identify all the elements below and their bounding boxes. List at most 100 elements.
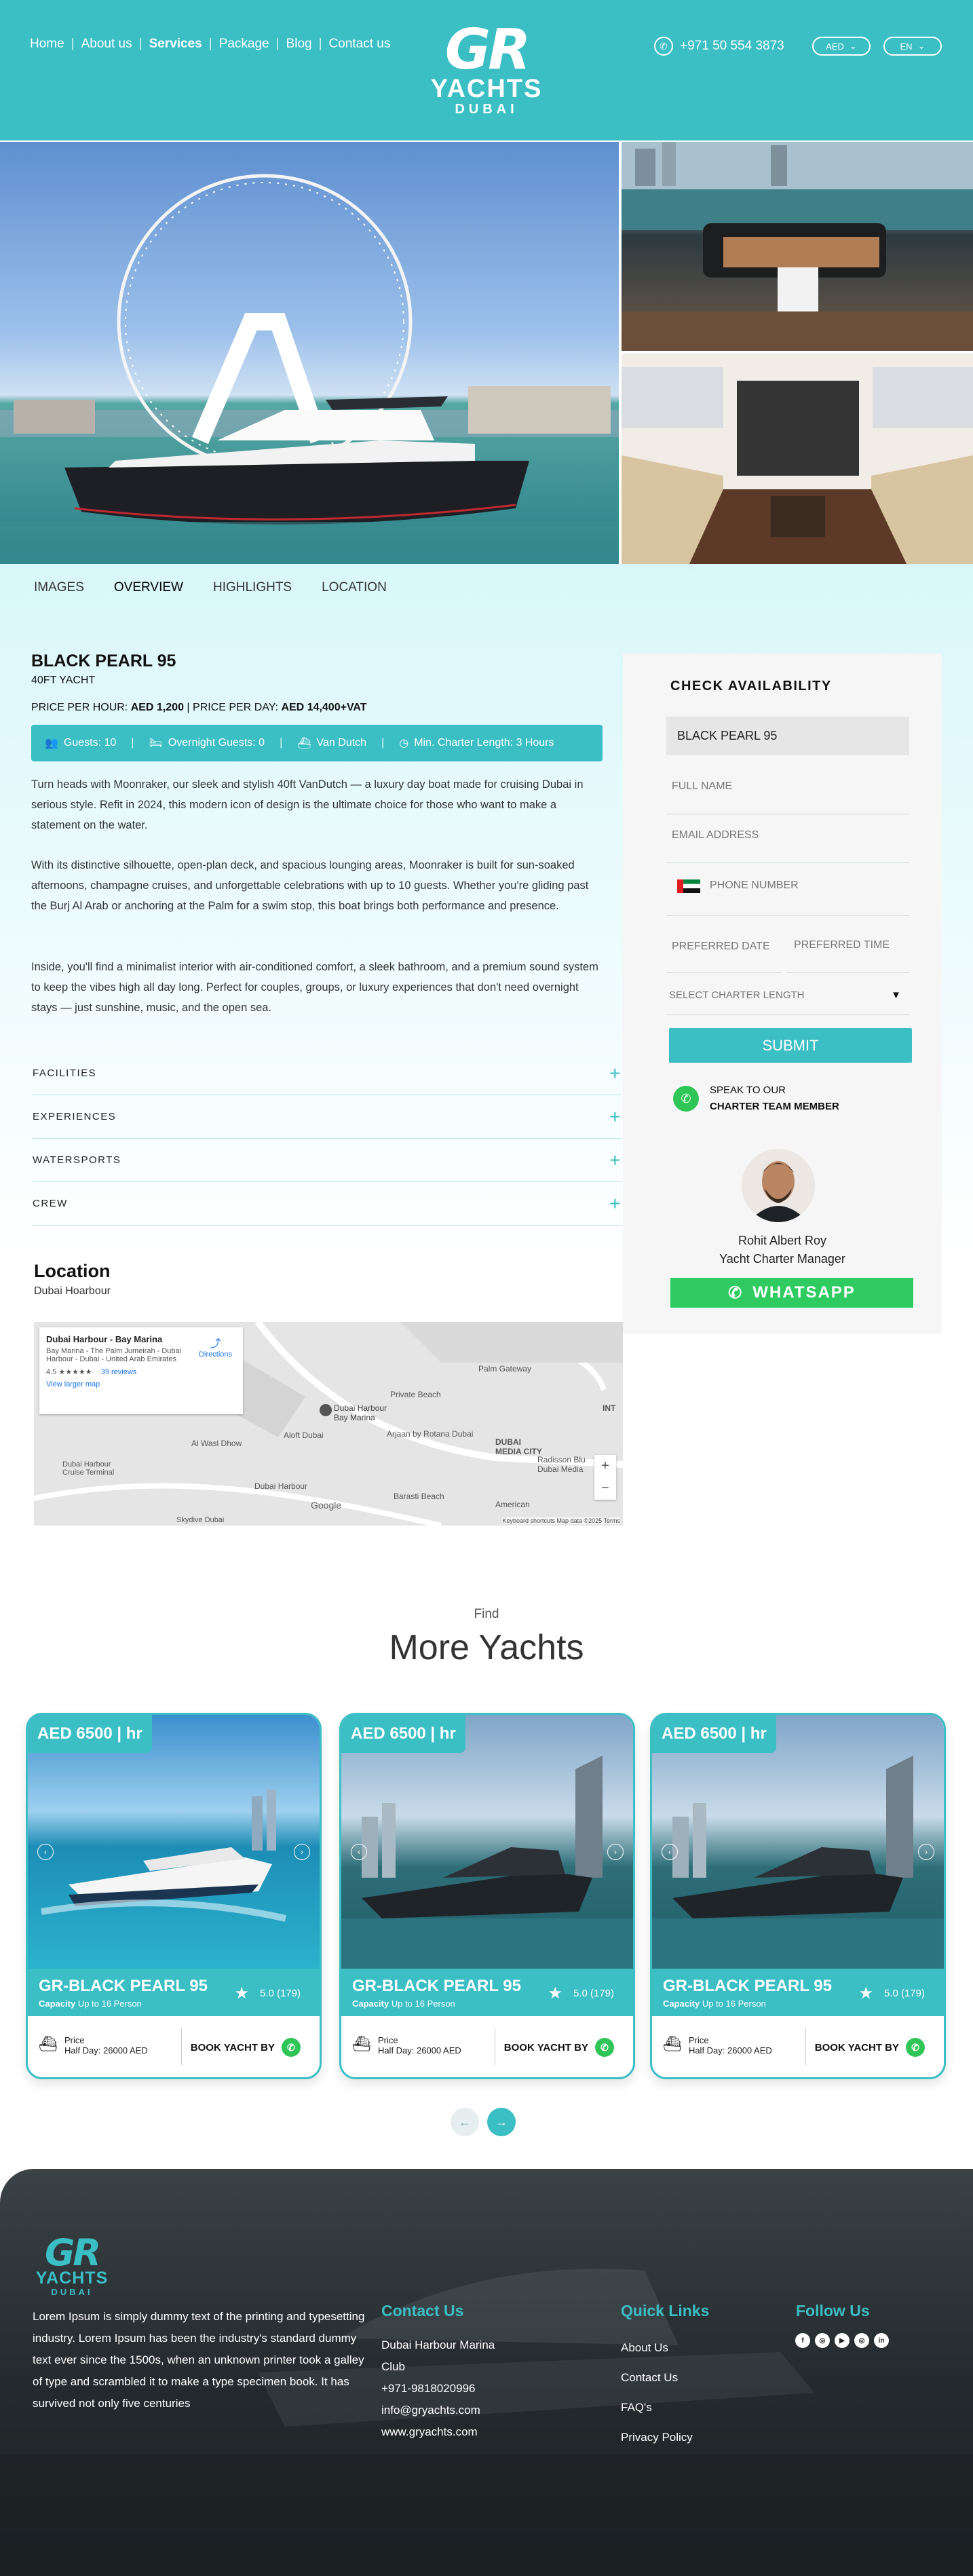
price-hour-label: PRICE PER HOUR: bbox=[31, 702, 128, 713]
nav-home[interactable]: Home bbox=[30, 37, 64, 52]
capacity-label: Capacity bbox=[352, 1999, 389, 2009]
zoom-out-button[interactable]: − bbox=[601, 1481, 609, 1496]
book-yacht-button[interactable]: BOOK YACHT BY ✆ bbox=[191, 2038, 301, 2057]
contact-website[interactable]: www.gryachts.com bbox=[381, 2421, 495, 2443]
carousel-next-icon[interactable]: › bbox=[918, 1844, 934, 1860]
footer-link-privacy[interactable]: Privacy Policy bbox=[621, 2423, 693, 2452]
agent-avatar bbox=[742, 1149, 815, 1222]
book-yacht-button[interactable]: BOOK YACHT BY ✆ bbox=[504, 2038, 614, 2057]
whatsapp-button[interactable]: ✆ WHATSAPP bbox=[670, 1278, 913, 1308]
book-label: BOOK YACHT BY bbox=[814, 2041, 899, 2053]
map-zoom-controls: + − bbox=[594, 1455, 616, 1500]
map-reviews-link[interactable]: 39 reviews bbox=[101, 1368, 137, 1376]
capacity-value: Up to 16 Person bbox=[391, 1999, 455, 2009]
header-phone[interactable]: ✆ +971 50 554 3873 bbox=[654, 37, 784, 56]
spec-builder: Van Dutch bbox=[316, 737, 367, 749]
zoom-in-button[interactable]: + bbox=[601, 1458, 609, 1474]
map-attribution: Keyboard shortcuts Map data ©2025 Terms bbox=[502, 1517, 620, 1524]
caret-down-icon: ▼ bbox=[891, 989, 901, 1001]
chevron-down-icon: ⌄ bbox=[849, 41, 857, 51]
yacht-select[interactable]: BLACK PEARL 95 bbox=[666, 717, 909, 755]
submit-button[interactable]: SUBMIT bbox=[669, 1028, 912, 1063]
carousel-next-icon[interactable]: › bbox=[294, 1844, 310, 1860]
deck-photo[interactable] bbox=[622, 142, 973, 351]
yacht-card-footer: ⛴ Price Half Day: 26000 AED BOOK YACHT BY ✆ bbox=[652, 2016, 944, 2077]
yacht-illustration bbox=[652, 1756, 944, 1969]
map-label: Dubai Harbour Bay Marina bbox=[334, 1403, 387, 1422]
yacht-card[interactable]: AED 6500 | hr ‹ › GR-BLACK PEARL 95 Capa… bbox=[26, 1713, 322, 2079]
map-place-card: Dubai Harbour - Bay Marina Bay Marina - … bbox=[39, 1327, 243, 1414]
instagram-icon[interactable]: ◎ bbox=[815, 2333, 830, 2348]
accordion-watersports[interactable]: WATERSPORTS + bbox=[33, 1139, 622, 1182]
contact-phone[interactable]: +971-9818020996 bbox=[381, 2378, 495, 2400]
facebook-icon[interactable]: f bbox=[795, 2333, 810, 2348]
tab-location[interactable]: LOCATION bbox=[322, 580, 387, 595]
phone-field[interactable]: PHONE NUMBER bbox=[666, 879, 909, 916]
carousel-prev-icon[interactable]: ‹ bbox=[662, 1844, 678, 1860]
nav-about[interactable]: About us bbox=[81, 37, 132, 52]
price-value: Half Day: 26000 AED bbox=[64, 2045, 148, 2056]
whatsapp-icon: ✆ bbox=[595, 2038, 614, 2057]
nav-package[interactable]: Package bbox=[219, 37, 269, 52]
charter-length-select[interactable]: SELECT CHARTER LENGTH ▼ bbox=[666, 989, 909, 1015]
agent-name: Rohit Albert Roy bbox=[738, 1234, 827, 1247]
accordion-facilities[interactable]: FACILITIES + bbox=[33, 1052, 622, 1095]
time-field[interactable]: PREFERRED TIME bbox=[787, 939, 909, 973]
footer-link-faq[interactable]: FAQ's bbox=[621, 2393, 693, 2423]
nav-contact[interactable]: Contact us bbox=[329, 37, 391, 52]
threads-icon[interactable]: ◎ bbox=[854, 2333, 869, 2348]
logo-line2: DUBAI bbox=[455, 102, 518, 117]
contact-email[interactable]: info@gryachts.com bbox=[381, 2400, 495, 2421]
accordion-experiences[interactable]: EXPERIENCES + bbox=[33, 1095, 622, 1139]
youtube-icon[interactable]: ▶ bbox=[835, 2333, 850, 2348]
tab-highlights[interactable]: HIGHLIGHTS bbox=[213, 580, 292, 595]
interior-photo[interactable] bbox=[622, 354, 973, 564]
footer-link-contact[interactable]: Contact Us bbox=[621, 2363, 693, 2393]
nav-services[interactable]: Services bbox=[149, 37, 202, 52]
prev-page-button[interactable]: ← bbox=[451, 2108, 479, 2136]
full-name-field[interactable]: FULL NAME bbox=[666, 780, 909, 814]
yacht-card-band: GR-BLACK PEARL 95 Capacity Up to 16 Pers… bbox=[652, 1969, 944, 2016]
carousel-prev-icon[interactable]: ‹ bbox=[37, 1844, 54, 1860]
tab-overview[interactable]: OVERVIEW bbox=[114, 580, 183, 595]
linkedin-icon[interactable]: in bbox=[874, 2333, 889, 2348]
location-map[interactable]: Dubai Harbour - Bay Marina Bay Marina - … bbox=[34, 1322, 623, 1526]
yacht-card-footer: ⛴ Price Half Day: 26000 AED BOOK YACHT BY ✆ bbox=[28, 2016, 320, 2077]
main-yacht-photo[interactable] bbox=[0, 142, 619, 564]
yacht-icon: ⛴ bbox=[39, 2035, 58, 2052]
email-field[interactable]: EMAIL ADDRESS bbox=[666, 829, 909, 863]
yacht-wheel-illustration bbox=[0, 174, 619, 564]
map-larger-link[interactable]: View larger map bbox=[46, 1380, 236, 1388]
footer-link-about[interactable]: About Us bbox=[621, 2333, 693, 2363]
accordion-crew[interactable]: CREW + bbox=[33, 1182, 622, 1226]
map-directions[interactable]: ⤴ Directions bbox=[199, 1334, 232, 1359]
accordion-label: WATERSPORTS bbox=[33, 1154, 121, 1166]
whatsapp-icon: ✆ bbox=[654, 37, 673, 56]
location-subtitle: Dubai Hoarbour bbox=[34, 1285, 111, 1297]
next-page-button[interactable]: → bbox=[487, 2108, 516, 2136]
carousel-prev-icon[interactable]: ‹ bbox=[351, 1844, 367, 1860]
price-label: Price bbox=[64, 2035, 85, 2045]
phone-number: +971 50 554 3873 bbox=[680, 39, 784, 53]
yacht-illustration bbox=[341, 1756, 633, 1969]
language-value: EN bbox=[900, 41, 913, 52]
currency-select[interactable]: AED ⌄ bbox=[812, 37, 871, 56]
date-field[interactable]: PREFERRED DATE bbox=[666, 941, 782, 973]
agent-role: Yacht Charter Manager bbox=[719, 1252, 845, 1266]
rating-value: 5.0 (179) bbox=[259, 1988, 301, 1999]
uae-flag-icon bbox=[677, 879, 700, 893]
directions-icon: ⤴ bbox=[210, 1338, 221, 1350]
yacht-card-footer: ⛴ Price Half Day: 26000 AED BOOK YACHT BY ✆ bbox=[341, 2016, 633, 2077]
nav-blog[interactable]: Blog bbox=[286, 37, 312, 52]
site-logo[interactable]: GR YACHTS DUBAI bbox=[427, 22, 546, 117]
footer-logo[interactable]: GR YACHTS DUBAI bbox=[34, 2231, 110, 2298]
book-yacht-button[interactable]: BOOK YACHT BY ✆ bbox=[815, 2038, 925, 2057]
yacht-card[interactable]: AED 6500 | hr ‹ › GR-BLACK PEARL 95 Capa… bbox=[339, 1713, 635, 2079]
carousel-next-icon[interactable]: › bbox=[607, 1844, 624, 1860]
yacht-card[interactable]: AED 6500 | hr ‹ › GR-BLACK PEARL 95 Capa… bbox=[650, 1713, 946, 2079]
tab-images[interactable]: IMAGES bbox=[34, 580, 84, 595]
language-select[interactable]: EN ⌄ bbox=[883, 37, 942, 56]
spec-guests: Guests: 10 bbox=[63, 737, 117, 749]
rating-value: 5.0 (179) bbox=[573, 1988, 614, 1999]
logo-mark: GR bbox=[45, 2231, 101, 2274]
